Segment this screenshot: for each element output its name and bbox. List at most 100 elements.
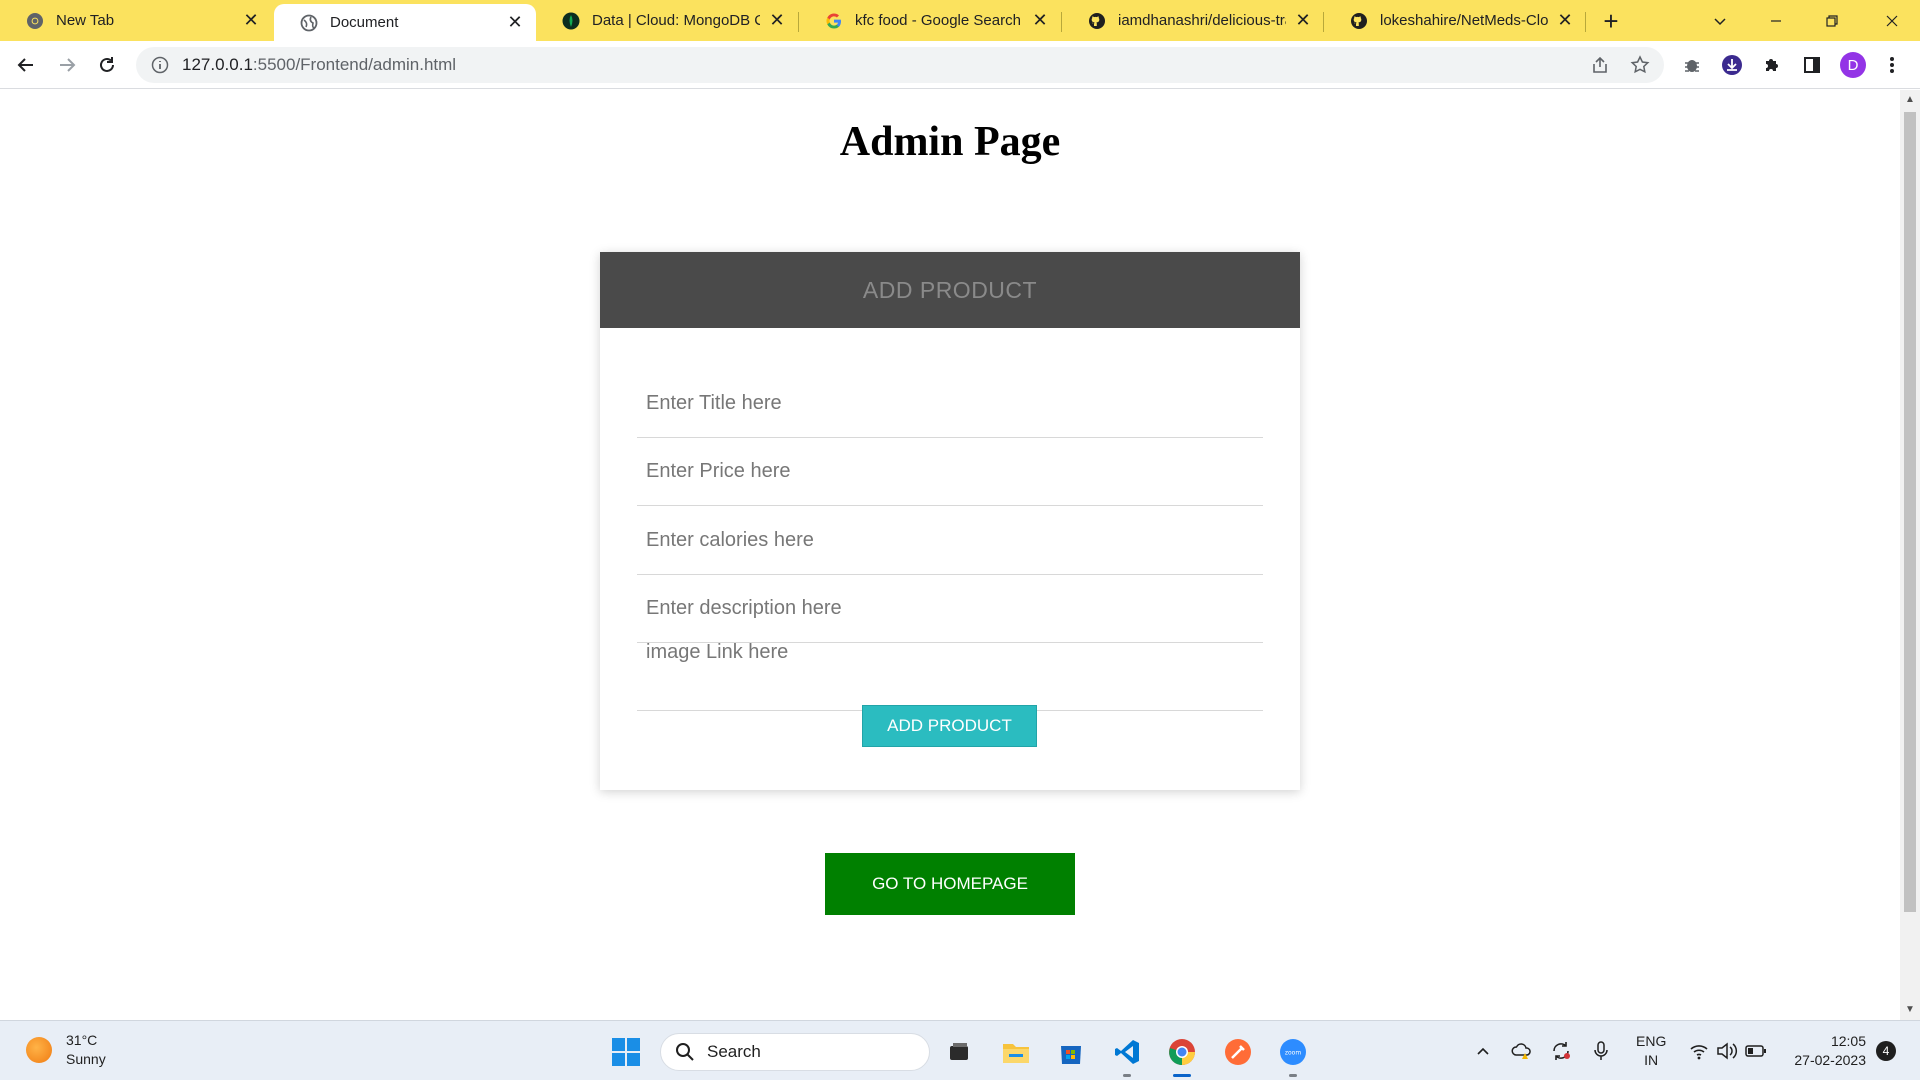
microphone-icon[interactable] [1590, 1040, 1612, 1062]
tab-document[interactable]: Document ✕ [274, 4, 536, 41]
title-input[interactable] [637, 392, 1263, 415]
scrollbar-thumb[interactable] [1904, 112, 1916, 912]
add-product-button[interactable]: ADD PRODUCT [862, 705, 1037, 747]
notification-count-badge[interactable]: 4 [1876, 1041, 1896, 1061]
tab-title: lokeshahire/NetMeds-Clon [1380, 12, 1548, 29]
restore-button[interactable] [1804, 0, 1860, 41]
sun-icon [26, 1037, 52, 1063]
tab-mongodb[interactable]: Data | Cloud: MongoDB Clo ✕ [536, 0, 798, 41]
microsoft-store-icon[interactable] [1054, 1035, 1088, 1069]
tab-github-delicious[interactable]: iamdhanashri/delicious-tra ✕ [1062, 0, 1324, 41]
close-tab-icon[interactable]: ✕ [768, 10, 786, 30]
clock-date: 27-02-2023 [1794, 1052, 1866, 1068]
address-bar[interactable]: 127.0.0.1:5500/Frontend/admin.html [136, 47, 1664, 83]
calories-input[interactable] [637, 529, 1263, 552]
arrow-right-icon [60, 58, 76, 72]
bug-extension-icon[interactable] [1680, 53, 1704, 77]
minimize-icon [1771, 19, 1781, 22]
chrome-icon [26, 12, 44, 30]
side-panel-icon[interactable] [1800, 53, 1824, 77]
image-link-field [637, 623, 1263, 711]
tab-strip: New Tab ✕ Document ✕ Data | Cloud: Mongo… [0, 0, 1920, 41]
tab-title: iamdhanashri/delicious-tra [1118, 12, 1286, 29]
google-icon [825, 12, 843, 30]
bookmark-star-icon[interactable] [1630, 55, 1650, 75]
restore-icon [1826, 14, 1838, 27]
reload-icon [100, 57, 114, 72]
close-tab-icon[interactable]: ✕ [242, 10, 260, 30]
close-tab-icon[interactable]: ✕ [1294, 10, 1312, 30]
battery-icon[interactable] [1745, 1040, 1767, 1062]
windows-start-icon[interactable] [611, 1037, 641, 1067]
go-to-homepage-button[interactable]: GO TO HOMEPAGE [825, 853, 1075, 915]
zoom-icon[interactable]: zoom [1276, 1035, 1310, 1077]
close-icon [1886, 15, 1898, 26]
page-viewport: Admin Page ADD PRODUCT ADD PRODUCT GO TO… [0, 90, 1900, 1020]
wifi-icon[interactable] [1688, 1040, 1710, 1062]
scroll-up-arrow-icon[interactable]: ▲ [1904, 94, 1916, 106]
share-icon[interactable] [1590, 55, 1610, 75]
description-input[interactable] [637, 597, 1263, 620]
title-field [637, 370, 1263, 438]
price-input[interactable] [637, 460, 1263, 483]
chrome-taskbar-icon[interactable] [1165, 1035, 1199, 1077]
arrow-left-icon [17, 58, 33, 72]
close-tab-icon[interactable]: ✕ [1556, 10, 1574, 30]
calories-field [637, 507, 1263, 575]
close-tab-icon[interactable]: ✕ [1031, 10, 1049, 30]
tab-search-button[interactable] [1692, 0, 1748, 41]
download-extension-icon[interactable] [1720, 53, 1744, 77]
puzzle-extensions-icon[interactable] [1760, 53, 1784, 77]
url-path: :5500/Frontend/admin.html [252, 55, 457, 74]
tab-new-tab[interactable]: New Tab ✕ [0, 0, 272, 41]
volume-icon[interactable] [1716, 1040, 1738, 1062]
page-scrollbar[interactable]: ▲ ▼ [1900, 90, 1920, 1020]
weather-temperature: 31°C [66, 1032, 98, 1048]
vscode-icon[interactable] [1110, 1035, 1144, 1077]
task-view-icon[interactable] [942, 1035, 976, 1069]
clock-time: 12:05 [1830, 1033, 1866, 1049]
sync-icon[interactable] [1550, 1040, 1572, 1062]
minimize-button[interactable] [1748, 0, 1804, 41]
mongodb-leaf-icon [562, 12, 580, 30]
weather-widget[interactable]: 31°C Sunny [26, 1031, 106, 1069]
url-text: 127.0.0.1:5500/Frontend/admin.html [182, 55, 456, 75]
site-info-icon[interactable] [150, 55, 170, 75]
svg-text:zoom: zoom [1285, 1050, 1301, 1057]
weather-description: Sunny [66, 1051, 106, 1067]
postman-icon[interactable] [1221, 1035, 1255, 1069]
close-tab-icon[interactable]: ✕ [506, 12, 524, 32]
new-tab-button[interactable]: + [1598, 6, 1624, 36]
scroll-down-arrow-icon[interactable]: ▼ [1904, 1004, 1916, 1016]
system-clock[interactable]: 12:05 27-02-2023 [1786, 1032, 1866, 1070]
chevron-up-icon[interactable] [1472, 1040, 1494, 1062]
search-icon [676, 1043, 694, 1061]
close-window-button[interactable] [1864, 0, 1920, 41]
page-title: Admin Page [839, 119, 1061, 165]
forward-button[interactable] [51, 49, 83, 81]
tab-github-netmeds[interactable]: lokeshahire/NetMeds-Clon ✕ [1324, 0, 1586, 41]
url-host: 127.0.0.1 [182, 55, 253, 74]
language-code: ENG [1636, 1033, 1667, 1049]
image-link-input[interactable] [637, 641, 1263, 664]
tab-title: New Tab [56, 12, 115, 29]
chevron-down-icon [1714, 17, 1726, 25]
tab-title: Document [330, 14, 399, 31]
form-header: ADD PRODUCT [600, 252, 1300, 328]
tab-title: Data | Cloud: MongoDB Clo [592, 12, 760, 29]
reload-button[interactable] [91, 49, 123, 81]
browser-toolbar: 127.0.0.1:5500/Frontend/admin.html D [0, 41, 1920, 89]
menu-kebab-icon[interactable] [1880, 53, 1904, 77]
github-icon [1088, 12, 1106, 30]
back-button[interactable] [10, 49, 42, 81]
profile-avatar[interactable]: D [1840, 52, 1866, 78]
tab-google-search[interactable]: kfc food - Google Search ✕ [799, 0, 1061, 41]
github-icon [1350, 12, 1368, 30]
onedrive-warning-icon[interactable] [1511, 1040, 1533, 1062]
add-product-form: ADD PRODUCT ADD PRODUCT [600, 252, 1300, 790]
tab-title: kfc food - Google Search [855, 12, 1021, 29]
language-indicator[interactable]: ENG IN [1636, 1032, 1666, 1070]
file-explorer-icon[interactable] [999, 1035, 1033, 1069]
price-field [637, 438, 1263, 506]
taskbar-search-box[interactable]: Search [660, 1033, 930, 1071]
